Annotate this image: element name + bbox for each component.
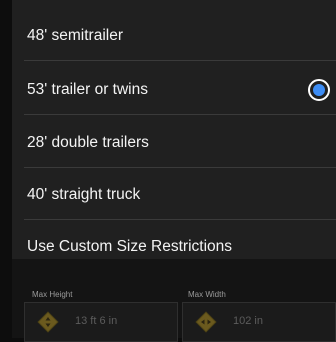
option-53-trailer-or-twins[interactable]: 53' trailer or twins bbox=[12, 64, 336, 115]
max-width-label: Max Width bbox=[188, 290, 226, 299]
option-label: 40' straight truck bbox=[27, 185, 141, 203]
option-48-semitrailer[interactable]: 48' semitrailer bbox=[12, 10, 336, 61]
max-height-label: Max Height bbox=[32, 290, 73, 299]
option-40-straight-truck[interactable]: 40' straight truck bbox=[12, 169, 336, 220]
max-width-field[interactable]: 102 in bbox=[182, 302, 336, 342]
height-warning-sign-icon bbox=[37, 311, 59, 333]
option-28-double-trailers[interactable]: 28' double trailers bbox=[12, 117, 336, 168]
divider bbox=[24, 114, 336, 115]
radio-dot bbox=[313, 83, 325, 96]
option-label: 48' semitrailer bbox=[27, 26, 123, 44]
radio-selected-icon[interactable] bbox=[308, 78, 330, 101]
divider bbox=[24, 219, 336, 220]
max-height-value: 13 ft 6 in bbox=[75, 315, 118, 327]
option-label: 28' double trailers bbox=[27, 133, 149, 151]
custom-restrictions-section: Max Height 13 ft 6 in Max Width 102 in bbox=[12, 259, 336, 342]
option-label: 53' trailer or twins bbox=[27, 80, 148, 98]
divider bbox=[24, 167, 336, 168]
max-height-field[interactable]: 13 ft 6 in bbox=[24, 302, 178, 342]
width-warning-sign-icon bbox=[195, 311, 217, 333]
divider bbox=[24, 60, 336, 61]
option-label: Use Custom Size Restrictions bbox=[27, 237, 233, 255]
truck-size-panel: 48' semitrailer 53' trailer or twins 28'… bbox=[12, 0, 336, 342]
max-width-value: 102 in bbox=[233, 315, 263, 327]
